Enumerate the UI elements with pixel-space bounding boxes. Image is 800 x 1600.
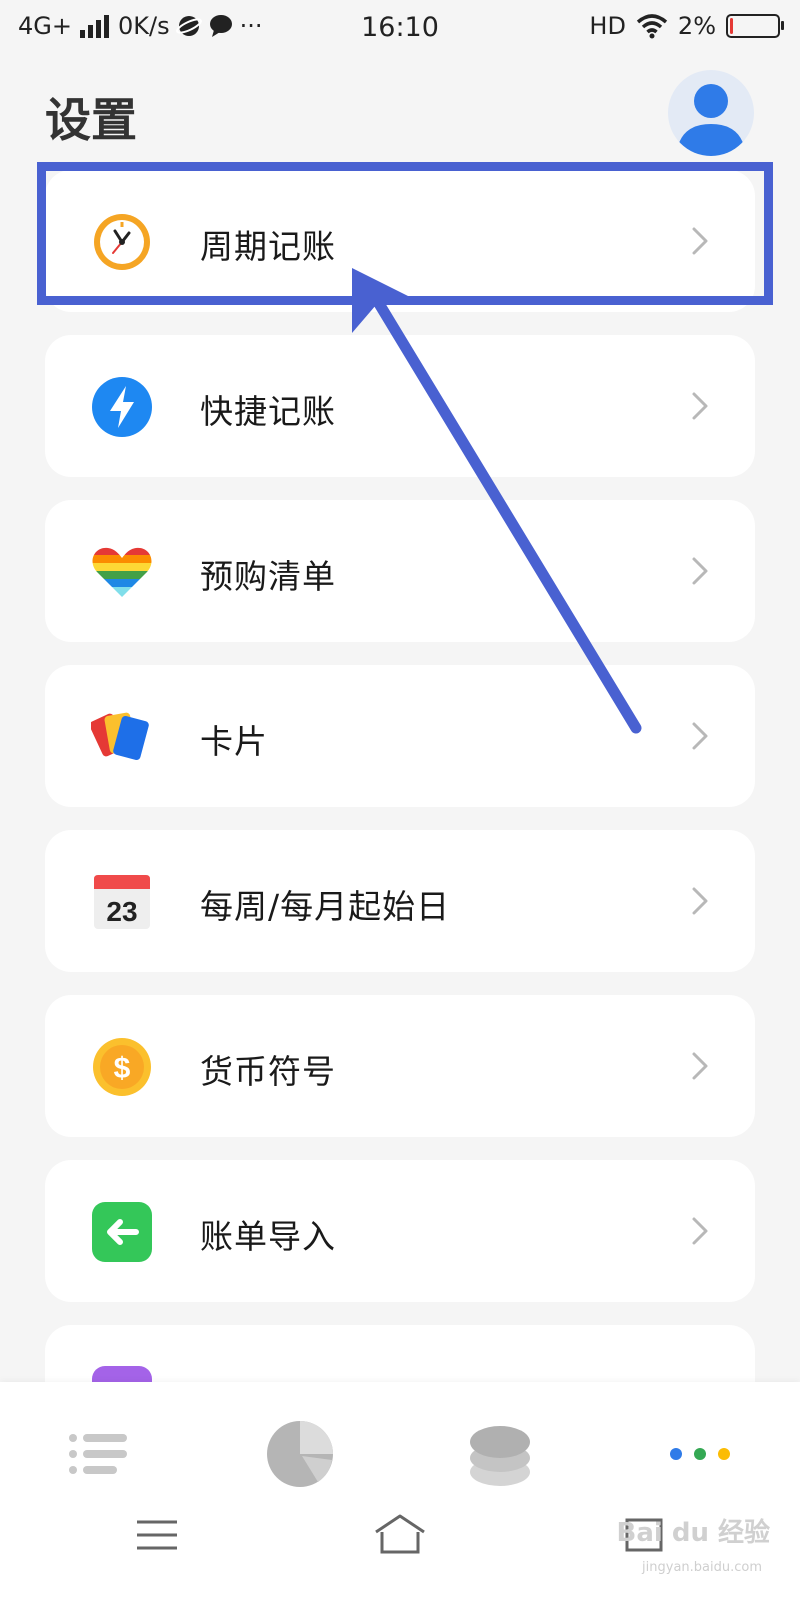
settings-item-label: 账单导入	[200, 1217, 336, 1256]
dollar-sign-text: $	[114, 1052, 131, 1085]
status-bar: 4G+ 0K/s ··· 16:10 HD 2%	[0, 0, 800, 56]
watermark: Bai du 经验	[616, 1518, 771, 1548]
chevron-right-icon	[692, 887, 708, 915]
settings-item-cards[interactable]: 卡片	[45, 665, 755, 807]
cards-icon	[91, 712, 149, 761]
chevron-right-icon	[692, 392, 708, 420]
settings-item-currency[interactable]: $ 货币符号	[45, 995, 755, 1137]
settings-item-import[interactable]: 账单导入	[45, 1160, 755, 1302]
settings-item-label: 每周/每月起始日	[200, 887, 451, 926]
lightning-icon	[92, 377, 152, 437]
calendar-date-text: 23	[106, 896, 137, 927]
battery-fill	[730, 18, 733, 34]
menu-icon[interactable]	[127, 1510, 187, 1560]
page-title: 设置	[45, 93, 137, 147]
watermark-url: jingyan.baidu.com	[642, 1560, 762, 1575]
pie-chart-icon[interactable]	[260, 1414, 340, 1494]
user-avatar-icon[interactable]	[668, 70, 754, 156]
chevron-right-icon	[692, 1217, 708, 1245]
coin-stack-icon[interactable]	[460, 1414, 540, 1494]
import-arrow-icon	[92, 1202, 152, 1262]
list-icon[interactable]	[60, 1414, 140, 1494]
hd-indicator: HD	[589, 12, 626, 40]
wifi-icon	[636, 14, 668, 39]
battery-percent: 2%	[677, 12, 716, 40]
chevron-right-icon	[692, 557, 708, 585]
settings-item-start-day[interactable]: 23 每周/每月起始日	[45, 830, 755, 972]
chevron-right-icon	[692, 722, 708, 750]
settings-item-label: 货币符号	[200, 1052, 336, 1091]
settings-item-label: 卡片	[200, 722, 268, 761]
home-icon[interactable]	[370, 1510, 430, 1560]
battery-icon	[726, 14, 784, 38]
settings-item-label: 预购清单	[200, 557, 336, 596]
settings-item-quick[interactable]: 快捷记账	[45, 335, 755, 477]
status-right: HD 2%	[589, 12, 784, 40]
three-dots-icon[interactable]	[660, 1414, 740, 1494]
clock-icon	[94, 214, 150, 270]
calendar-icon: 23	[94, 875, 150, 929]
settings-item-recurring[interactable]: 周期记账	[45, 170, 755, 312]
settings-item-label: 周期记账	[200, 227, 336, 266]
dollar-coin-icon: $	[93, 1038, 151, 1096]
chevron-right-icon	[692, 227, 708, 255]
rainbow-heart-icon	[92, 547, 152, 597]
settings-item-wishlist[interactable]: 预购清单	[45, 500, 755, 642]
settings-item-label: 快捷记账	[200, 392, 336, 431]
chevron-right-icon	[692, 1052, 708, 1080]
